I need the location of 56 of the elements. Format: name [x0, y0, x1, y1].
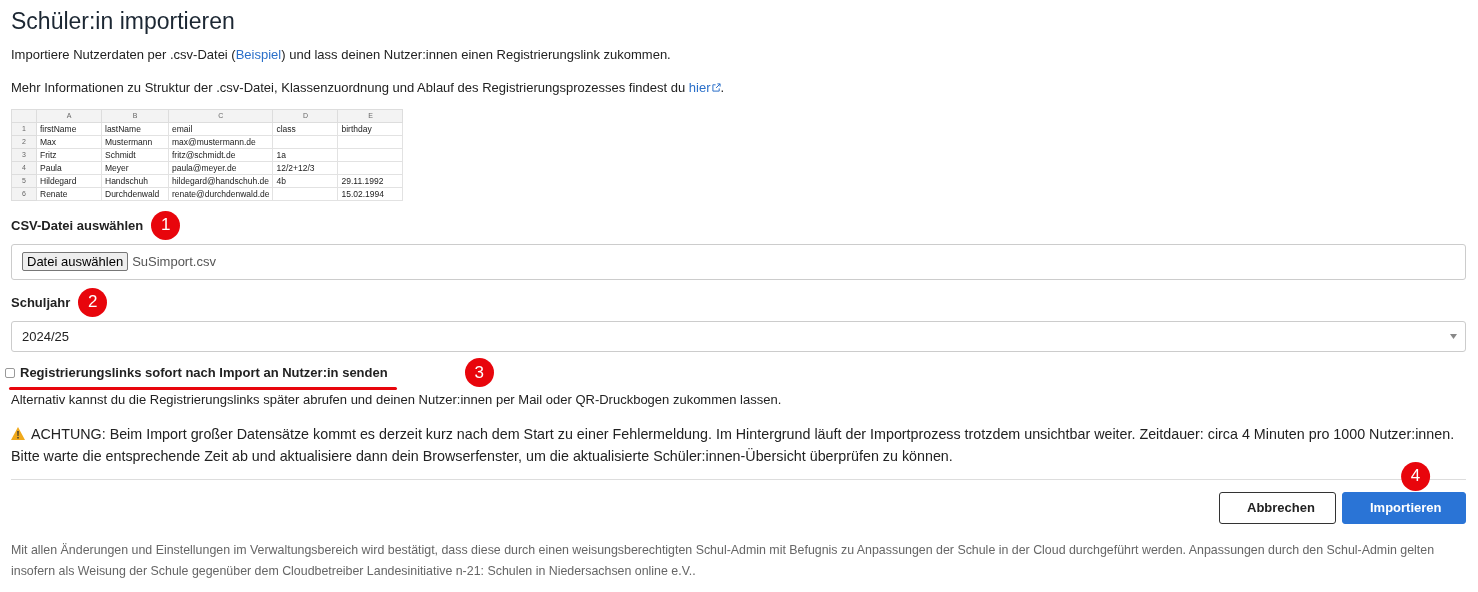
- table-cell: Paula: [36, 161, 102, 175]
- table-cell: Durchdenwald: [101, 187, 169, 201]
- table-cell: Handschuh: [101, 174, 169, 188]
- caret-icon: [1450, 333, 1457, 339]
- link[interactable]: Beispiel: [235, 47, 282, 62]
- table-cell: [338, 148, 403, 162]
- table-cell: lastName: [101, 122, 169, 136]
- table-cell: Mustermann: [101, 135, 169, 149]
- table-cell: 29.11.1992: [338, 174, 403, 188]
- table-cell: Renate: [36, 187, 102, 201]
- table-cell: Hildegard: [36, 174, 102, 188]
- table-cell: 4b: [273, 174, 338, 188]
- table-cell: paula@meyer.de: [168, 161, 273, 175]
- table-cell: Meyer: [101, 161, 169, 175]
- table-cell: [273, 135, 338, 149]
- info-text: Importiere Nutzerdaten per .csv-Datei (Beispiel) und lass deinen Nutzer:innen einen Registrierungslink zukommen.: [11, 47, 672, 64]
- page-title: Schüler:in importieren: [11, 8, 236, 35]
- file-field[interactable]: Datei auswählen SuSimport.csv: [11, 243, 1466, 280]
- external-link-icon: [711, 82, 721, 92]
- checkbox-label: Registrierungslinks sofort nach Import an Nutzer:in senden: [20, 365, 388, 381]
- link[interactable]: hier: [688, 79, 721, 95]
- table-cell: [338, 135, 403, 149]
- warning-icon: [11, 426, 25, 440]
- table-cell: 12/2+12/3: [273, 161, 338, 175]
- info-text: Mehr Informationen zu Struktur der .csv-Datei, Klassenzuordnung und Ablauf des Registrierungsprozesses findest du hier .: [11, 79, 726, 97]
- table-cell: Fritz: [36, 148, 102, 162]
- table-cell: renate@durchdenwald.de: [168, 187, 273, 201]
- table-cell: hildegard@handschuh.de: [168, 174, 273, 188]
- step-marker: 3: [464, 358, 494, 388]
- step-marker: 2: [78, 287, 108, 317]
- footer-text: Mit allen Änderungen und Einstellungen im Verwaltungsbereich wird bestätigt, dass diese durch einen weisungsberechtigten Schul-Admin mit Befugnis zu Anpassungen der Schule in der Cloud durchgeführt werden. Anpassungen durch den Schul-Admin gelten insofern als Weisung der Schule gegenüber dem Cloudbetreiber Landesinitiative n-21: Schulen in Niedersachsen online e.V..: [11, 541, 1436, 580]
- table-cell: max@mustermann.de: [168, 135, 273, 149]
- column-header: [11, 109, 37, 123]
- table-cell: Schmidt: [101, 148, 169, 162]
- table-cell: Max: [36, 135, 102, 149]
- school-year-select[interactable]: 2024/25: [11, 320, 1466, 352]
- hint-text: Alternativ kannst du die Registrierungslinks später abrufen und deinen Nutzer:innen per Mail oder QR-Druckbogen zukommen lassen.: [11, 391, 783, 407]
- table-cell: firstName: [36, 122, 102, 136]
- table-cell: [338, 161, 403, 175]
- import-button[interactable]: Importieren: [1342, 491, 1466, 524]
- field-label: Schuljahr: [11, 294, 71, 310]
- select-value: 2024/25: [22, 328, 69, 344]
- step-marker: 4: [1401, 461, 1431, 491]
- table-cell: birthday: [338, 122, 403, 136]
- step-marker: 1: [151, 210, 181, 240]
- table-cell: [273, 187, 338, 201]
- cancel-button[interactable]: Abbrechen: [1219, 491, 1336, 524]
- checkbox[interactable]: [5, 367, 15, 378]
- table-cell: 15.02.1994: [338, 187, 403, 201]
- field-label: CSV-Datei auswählen: [11, 217, 144, 233]
- table-cell: 1a: [273, 148, 338, 162]
- file-name: SuSimport.csv: [132, 254, 216, 270]
- table-cell: fritz@schmidt.de: [168, 148, 273, 162]
- table-cell: email: [168, 122, 273, 136]
- choose-file-button[interactable]: Datei auswählen: [22, 252, 129, 272]
- table-cell: class: [273, 122, 338, 136]
